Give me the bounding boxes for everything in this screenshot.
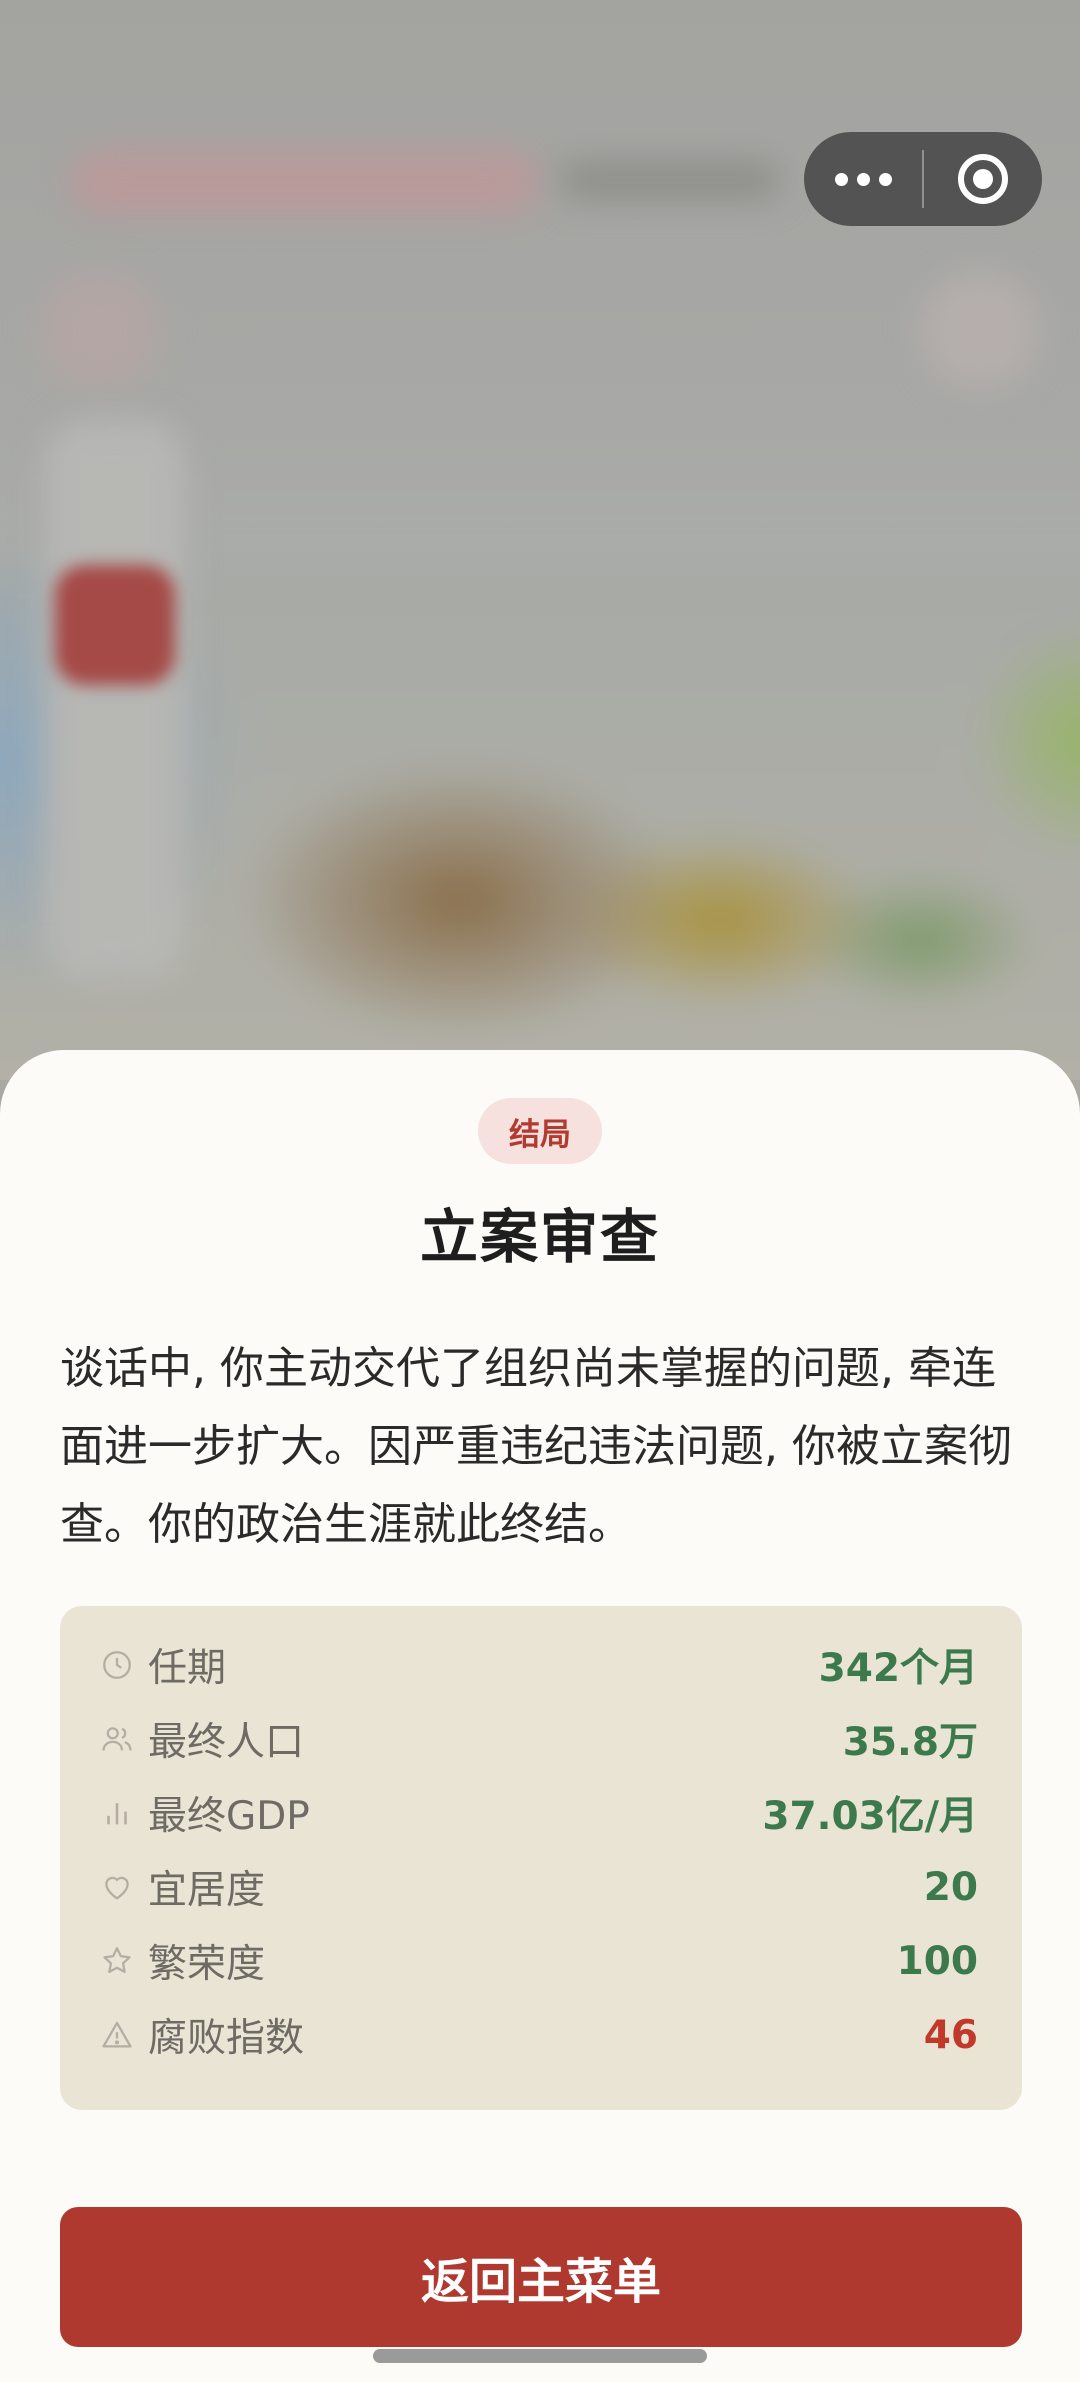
blurred-right-button: [920, 270, 1040, 390]
stat-row-prosperity: 繁荣度 100: [60, 1924, 1022, 1998]
clock-icon: [100, 1648, 134, 1682]
stat-value: 100: [896, 1938, 978, 1984]
stat-label: 最终人口: [148, 1720, 305, 1765]
stat-label: 腐败指数: [148, 2016, 305, 2061]
more-dots-icon[interactable]: [804, 132, 922, 226]
blurred-top-bar: [70, 150, 540, 214]
return-main-menu-button[interactable]: 返回主菜单: [60, 2207, 1022, 2347]
close-ring-icon[interactable]: [924, 132, 1042, 226]
stat-row-livability: 宜居度 20: [60, 1850, 1022, 1924]
ending-description: 谈话中, 你主动交代了组织尚未掌握的问题, 牵连面进一步扩大。因严重违纪违法问题…: [60, 1343, 1012, 1550]
heart-icon: [100, 1870, 134, 1904]
bar-chart-icon: [100, 1796, 134, 1830]
stat-label: 繁荣度: [148, 1942, 266, 1987]
stat-row-term: 任期 342个月: [60, 1628, 1022, 1702]
blurred-sidebar-active: [55, 565, 175, 685]
stat-row-corruption: 腐败指数 46: [60, 1998, 1022, 2072]
stat-row-gdp: 最终GDP 37.03亿/月: [60, 1776, 1022, 1850]
home-indicator[interactable]: [373, 2349, 707, 2363]
stat-value: 35.8万: [842, 1720, 978, 1765]
stat-value: 20: [923, 1864, 978, 1910]
ending-sheet: 结局 立案审查 谈话中, 你主动交代了组织尚未掌握的问题, 牵连面进一步扩大。因…: [0, 1050, 1080, 2382]
star-icon: [100, 1944, 134, 1978]
stat-label: 最终GDP: [148, 1794, 310, 1839]
stat-label: 任期: [148, 1646, 227, 1691]
people-icon: [100, 1722, 134, 1756]
stat-value: 342个月: [818, 1646, 978, 1691]
miniprogram-capsule: [804, 132, 1042, 226]
blurred-left-button: [40, 270, 160, 390]
stat-row-population: 最终人口 35.8万: [60, 1702, 1022, 1776]
stat-value: 37.03亿/月: [762, 1794, 978, 1839]
stat-value: 46: [923, 2012, 978, 2058]
stats-panel: 任期 342个月 最终人口 35.8万 最终GDP 37.03亿/月 宜居度 2…: [60, 1606, 1022, 2110]
ending-title: 立案审查: [419, 1203, 660, 1271]
blurred-top-bar-right: [560, 160, 780, 200]
ending-badge: 结局: [478, 1098, 602, 1164]
stat-label: 宜居度: [148, 1868, 266, 1913]
warning-icon: [100, 2018, 134, 2052]
blurred-sidebar: [45, 420, 185, 980]
